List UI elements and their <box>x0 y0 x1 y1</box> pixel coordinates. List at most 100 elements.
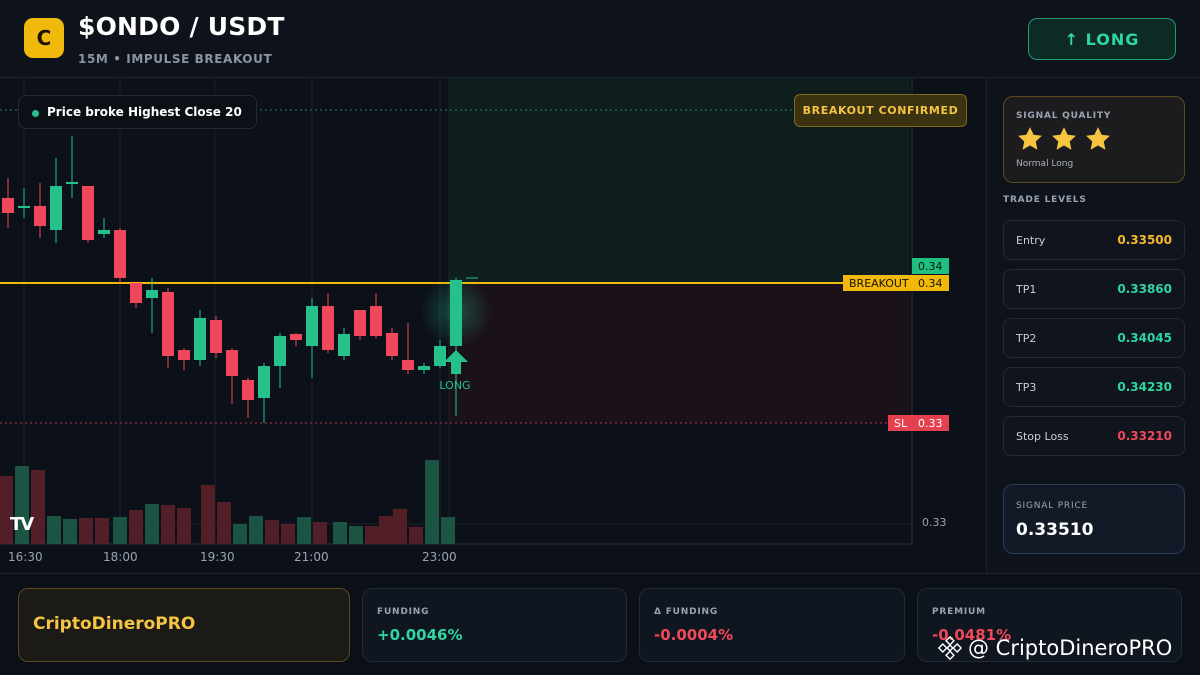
volume-bar <box>79 518 93 544</box>
candle-body <box>370 306 382 336</box>
candle-body <box>402 360 414 370</box>
tooltip-dot-icon <box>32 110 39 117</box>
candle-body <box>226 350 238 376</box>
candle-body <box>210 320 222 353</box>
binance-logo-icon <box>938 636 962 660</box>
volume-bar <box>249 516 263 544</box>
axis-price-label: 0.33 <box>922 516 947 529</box>
volume-bar <box>393 509 407 544</box>
volume-bar <box>379 516 393 544</box>
level-tp3: TP3 0.34230 <box>1003 367 1185 407</box>
candle-body <box>18 206 30 208</box>
timeframe-subtitle: 15M • IMPULSE BREAKOUT <box>78 52 273 66</box>
level-entry: Entry 0.33500 <box>1003 220 1185 260</box>
level-label: TP2 <box>1016 332 1037 345</box>
volume-bar <box>63 519 77 544</box>
pair-title: $ONDO / USDT <box>78 12 285 41</box>
volume-bar <box>349 526 363 544</box>
stat-value: -0.0004% <box>654 626 734 644</box>
tooltip-text: Price broke Highest Close 20 <box>47 105 242 119</box>
signal-quality-title: SIGNAL QUALITY <box>1016 111 1112 121</box>
candle-body <box>114 230 126 278</box>
candle-body <box>146 290 158 298</box>
candle-body <box>98 230 110 234</box>
trade-levels-title: TRADE LEVELS <box>1003 195 1087 205</box>
candle-body <box>418 366 430 370</box>
candle-body <box>130 283 142 303</box>
stat-title: Δ FUNDING <box>654 607 719 617</box>
funding-card: FUNDING +0.0046% <box>362 588 627 662</box>
candle-body <box>2 198 14 213</box>
price-chart[interactable]: LONG Price broke Highest Close 20 BREAKO… <box>0 78 985 573</box>
candle-body <box>50 186 62 230</box>
brand-name: CriptoDineroPRO <box>33 614 196 634</box>
app-logo: C <box>24 18 64 58</box>
volume-bar <box>281 524 295 544</box>
volume-bar <box>265 520 279 544</box>
quality-stars <box>1016 125 1112 153</box>
breakout-price-tag: 0.34 <box>912 275 949 291</box>
signal-panel: SIGNAL QUALITY Normal Long TRADE LEVELS … <box>986 78 1200 573</box>
volume-bar <box>177 508 191 544</box>
candle-body <box>322 306 334 350</box>
candle-body <box>290 334 302 340</box>
volume-bar <box>233 524 247 544</box>
candle-body <box>242 380 254 400</box>
volume-bar <box>129 510 143 544</box>
candle-body <box>338 334 350 356</box>
tradingview-logo-icon: TV <box>10 514 34 535</box>
level-value: 0.33210 <box>1117 429 1172 443</box>
time-label: 23:00 <box>422 550 457 564</box>
candle-body <box>274 336 286 366</box>
volume-bar <box>95 518 109 544</box>
sl-line-label: SL <box>888 415 914 431</box>
signal-quality-card: SIGNAL QUALITY Normal Long <box>1003 96 1185 183</box>
stat-title: FUNDING <box>377 607 430 617</box>
level-value: 0.33500 <box>1117 233 1172 247</box>
candle-body <box>162 292 174 356</box>
level-tp1: TP1 0.33860 <box>1003 269 1185 309</box>
level-label: TP3 <box>1016 381 1037 394</box>
level-value: 0.34045 <box>1117 331 1172 345</box>
candle-body <box>66 182 78 184</box>
brand-card: CriptoDineroPRO <box>18 588 350 662</box>
volume-bar <box>313 522 327 544</box>
candle-body <box>306 306 318 346</box>
level-tp2: TP2 0.34045 <box>1003 318 1185 358</box>
candle-body <box>386 333 398 356</box>
watermark: @ CriptoDineroPRO <box>938 636 1172 660</box>
candle-body <box>434 346 446 366</box>
time-label: 16:30 <box>8 550 43 564</box>
volume-bar <box>113 517 127 544</box>
breakout-confirmed-badge: BREAKOUT CONFIRMED <box>794 94 967 127</box>
long-button[interactable]: ↑ LONG <box>1028 18 1176 60</box>
breakout-line-label: BREAKOUT <box>843 275 915 291</box>
signal-price-value: 0.33510 <box>1016 520 1094 540</box>
stat-value: +0.0046% <box>377 626 463 644</box>
star-icon <box>1018 127 1042 150</box>
time-label: 18:00 <box>103 550 138 564</box>
watermark-text: @ CriptoDineroPRO <box>968 636 1173 660</box>
breakout-glow <box>420 275 492 347</box>
volume-bar <box>297 517 311 544</box>
signal-price-card: SIGNAL PRICE 0.33510 <box>1003 484 1185 554</box>
volume-bar <box>409 527 423 544</box>
sl-price-tag: 0.33 <box>912 415 949 431</box>
volume-bar <box>365 526 379 544</box>
star-icon <box>1052 127 1076 150</box>
volume-bar <box>333 522 347 544</box>
level-value: 0.34230 <box>1117 380 1172 394</box>
candle-body <box>354 310 366 336</box>
signal-price-title: SIGNAL PRICE <box>1016 501 1089 511</box>
candle-body <box>82 186 94 240</box>
volume-bar <box>425 460 439 544</box>
candle-body <box>34 206 46 226</box>
time-label: 19:30 <box>200 550 235 564</box>
breakout-tooltip: Price broke Highest Close 20 <box>18 95 257 129</box>
long-marker-label: LONG <box>439 379 470 392</box>
candle-body <box>194 318 206 360</box>
volume-bar <box>441 517 455 544</box>
header: C $ONDO / USDT 15M • IMPULSE BREAKOUT ↑ … <box>0 0 1200 78</box>
star-icon <box>1086 127 1110 150</box>
delta-funding-card: Δ FUNDING -0.0004% <box>639 588 905 662</box>
